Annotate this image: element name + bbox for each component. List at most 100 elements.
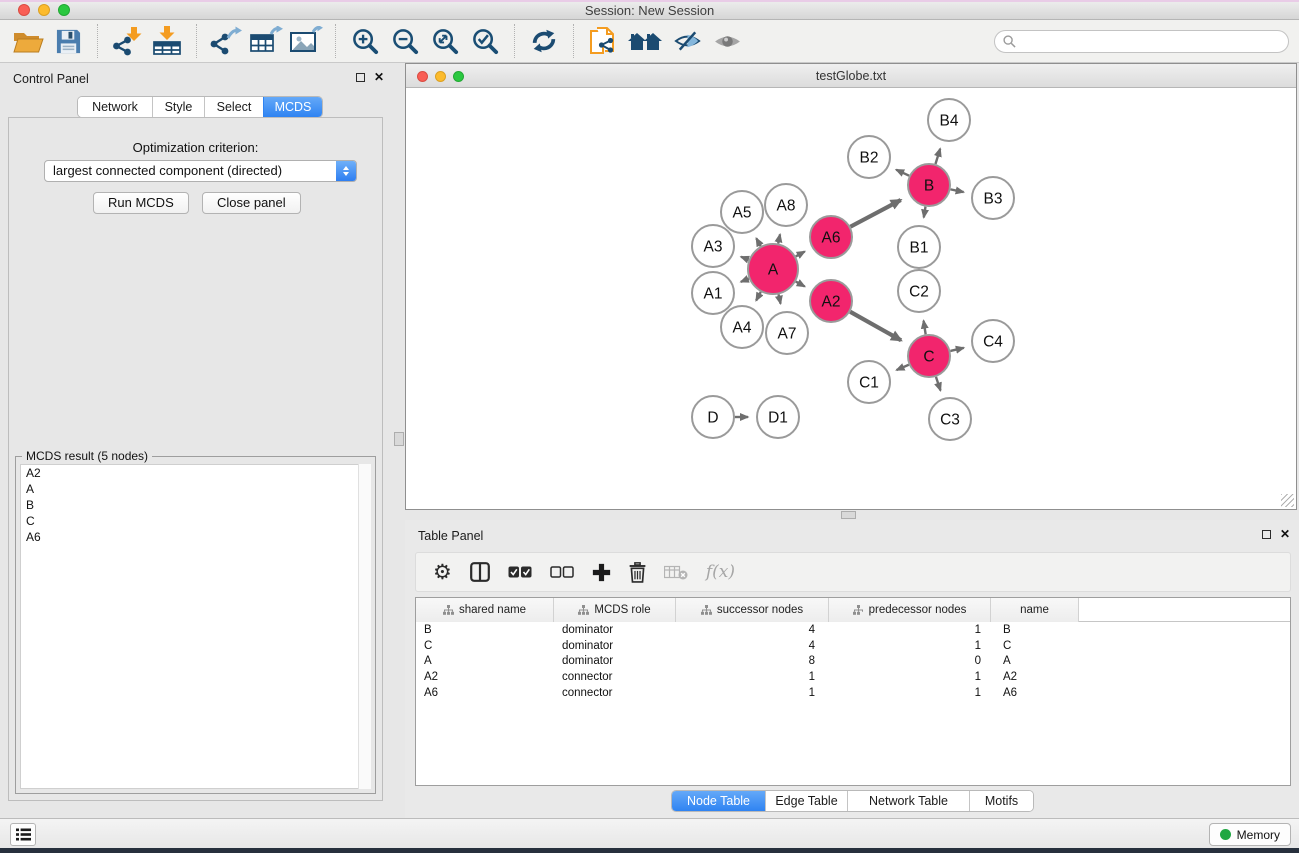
column-header-name[interactable]: name [991,598,1079,622]
table-row[interactable]: Bdominator41B [416,622,1290,638]
column-header-predecessor-nodes[interactable]: predecessor nodes [829,598,991,622]
refresh-network-view-icon[interactable] [524,23,564,59]
criterion-dropdown[interactable]: largest connected component (directed) [44,160,357,182]
table-cell[interactable]: A6 [416,687,554,699]
table-row[interactable]: A6connector11A6 [416,685,1290,701]
graph-edge-C-C4[interactable] [950,348,963,351]
graph-node-D[interactable]: D [692,396,734,438]
table-row[interactable]: A2connector11A2 [416,669,1290,685]
table-cell[interactable]: B [416,624,554,636]
graph-edge-C-C2[interactable] [924,321,926,335]
table-cell[interactable]: C [416,640,554,652]
task-history-button[interactable] [10,823,36,846]
graph-node-A1[interactable]: A1 [692,272,734,314]
tab-select[interactable]: Select [204,97,263,117]
graph-node-B1[interactable]: B1 [898,226,940,268]
open-file-icon[interactable] [8,23,48,59]
graph-edge-A-A3[interactable] [741,257,749,260]
save-session-icon[interactable] [48,23,88,59]
graph-edge-A-A2[interactable] [796,282,805,287]
hide-selected-icon[interactable] [667,23,707,59]
table-cell[interactable]: 1 [676,687,829,699]
tab-network[interactable]: Network [78,97,152,117]
graph-node-B4[interactable]: B4 [928,99,970,141]
zoom-out-icon[interactable] [385,23,425,59]
search-field[interactable] [994,30,1289,53]
graph-node-A7[interactable]: A7 [766,312,808,354]
table-cell[interactable]: A2 [991,671,1079,683]
graph-edge-B-B1[interactable] [924,207,926,218]
table-cell[interactable]: A6 [991,687,1079,699]
graph-edge-A-A1[interactable] [741,279,749,282]
table-cell[interactable]: dominator [554,624,676,636]
zoom-fit-content-icon[interactable] [425,23,465,59]
import-table-file-icon[interactable] [147,23,187,59]
graph-node-A8[interactable]: A8 [765,184,807,226]
table-cell[interactable]: C [991,640,1079,652]
run-mcds-button[interactable]: Run MCDS [93,192,189,214]
graph-node-A5[interactable]: A5 [721,191,763,233]
table-cell[interactable]: 1 [829,640,991,652]
zoom-selected-icon[interactable] [465,23,505,59]
graph-edge-A2-C[interactable] [850,312,901,341]
graph-node-C2[interactable]: C2 [898,270,940,312]
graph-node-C4[interactable]: C4 [972,320,1014,362]
table-cell[interactable]: 4 [676,640,829,652]
memory-button[interactable]: Memory [1209,823,1291,846]
table-cell[interactable]: A2 [416,671,554,683]
table-cell[interactable]: 1 [829,624,991,636]
table-cell[interactable]: 1 [676,671,829,683]
close-panel-button[interactable]: Close panel [202,192,301,214]
column-header-successor-nodes[interactable]: successor nodes [676,598,829,622]
graph-edge-A-A8[interactable] [778,234,780,243]
table-row[interactable]: Cdominator41C [416,638,1290,654]
graph-node-A4[interactable]: A4 [721,306,763,348]
graph-edge-A-A4[interactable] [756,292,761,301]
graph-edge-A-A7[interactable] [779,294,781,303]
add-column-icon[interactable] [592,563,611,582]
export-network-icon[interactable] [206,23,246,59]
graph-node-B[interactable]: B [908,164,950,206]
tab-node-table[interactable]: Node Table [672,791,765,811]
table-cell[interactable]: 4 [676,624,829,636]
graph-node-D1[interactable]: D1 [757,396,799,438]
tab-network-table[interactable]: Network Table [847,791,969,811]
export-image-icon[interactable] [286,23,326,59]
graph-node-C3[interactable]: C3 [929,398,971,440]
column-header-mcds-role[interactable]: MCDS role [554,598,676,622]
graph-edge-A-A5[interactable] [756,238,760,246]
graph-edge-B-B3[interactable] [951,189,964,192]
table-cell[interactable]: 8 [676,655,829,667]
mcds-list-scrollbar[interactable] [358,464,371,789]
graph-node-C1[interactable]: C1 [848,361,890,403]
delete-column-icon[interactable] [629,562,646,583]
graph-node-C[interactable]: C [908,335,950,377]
import-network-file-icon[interactable] [107,23,147,59]
graph-node-A[interactable]: A [748,244,798,294]
show-all-icon[interactable] [707,23,747,59]
network-window-titlebar[interactable]: testGlobe.txt [406,64,1296,88]
vertical-split-handle[interactable] [394,432,404,446]
graph-edge-B-B2[interactable] [896,170,909,176]
network-graph-canvas[interactable]: B4B2BB3A8A5A6A3B1AC2A1A2A4A7C4CC1DD1C3 [407,88,1297,509]
graph-edge-A6-B[interactable] [850,200,900,227]
table-cell[interactable]: connector [554,687,676,699]
column-settings-gear-icon[interactable]: ⚙ [433,562,452,582]
graph-node-A2[interactable]: A2 [810,280,852,322]
mcds-result-list[interactable]: A2ABCA6 [20,464,371,789]
column-header-shared-name[interactable]: shared name [416,598,554,622]
table-cell[interactable]: connector [554,671,676,683]
table-cell[interactable]: 1 [829,687,991,699]
graph-edge-C-C1[interactable] [897,365,909,370]
show-columns-icon[interactable] [470,562,490,582]
window-resize-grip[interactable] [1281,494,1294,507]
table-cell[interactable]: 0 [829,655,991,667]
search-input[interactable] [1016,33,1288,51]
table-cell[interactable]: dominator [554,655,676,667]
horizontal-split-handle[interactable] [841,511,856,519]
table-cell[interactable]: A [416,655,554,667]
float-panel-icon[interactable] [356,73,365,82]
mcds-result-item[interactable]: C [21,513,370,529]
table-row[interactable]: Adominator80A [416,653,1290,669]
tab-motifs[interactable]: Motifs [969,791,1033,811]
